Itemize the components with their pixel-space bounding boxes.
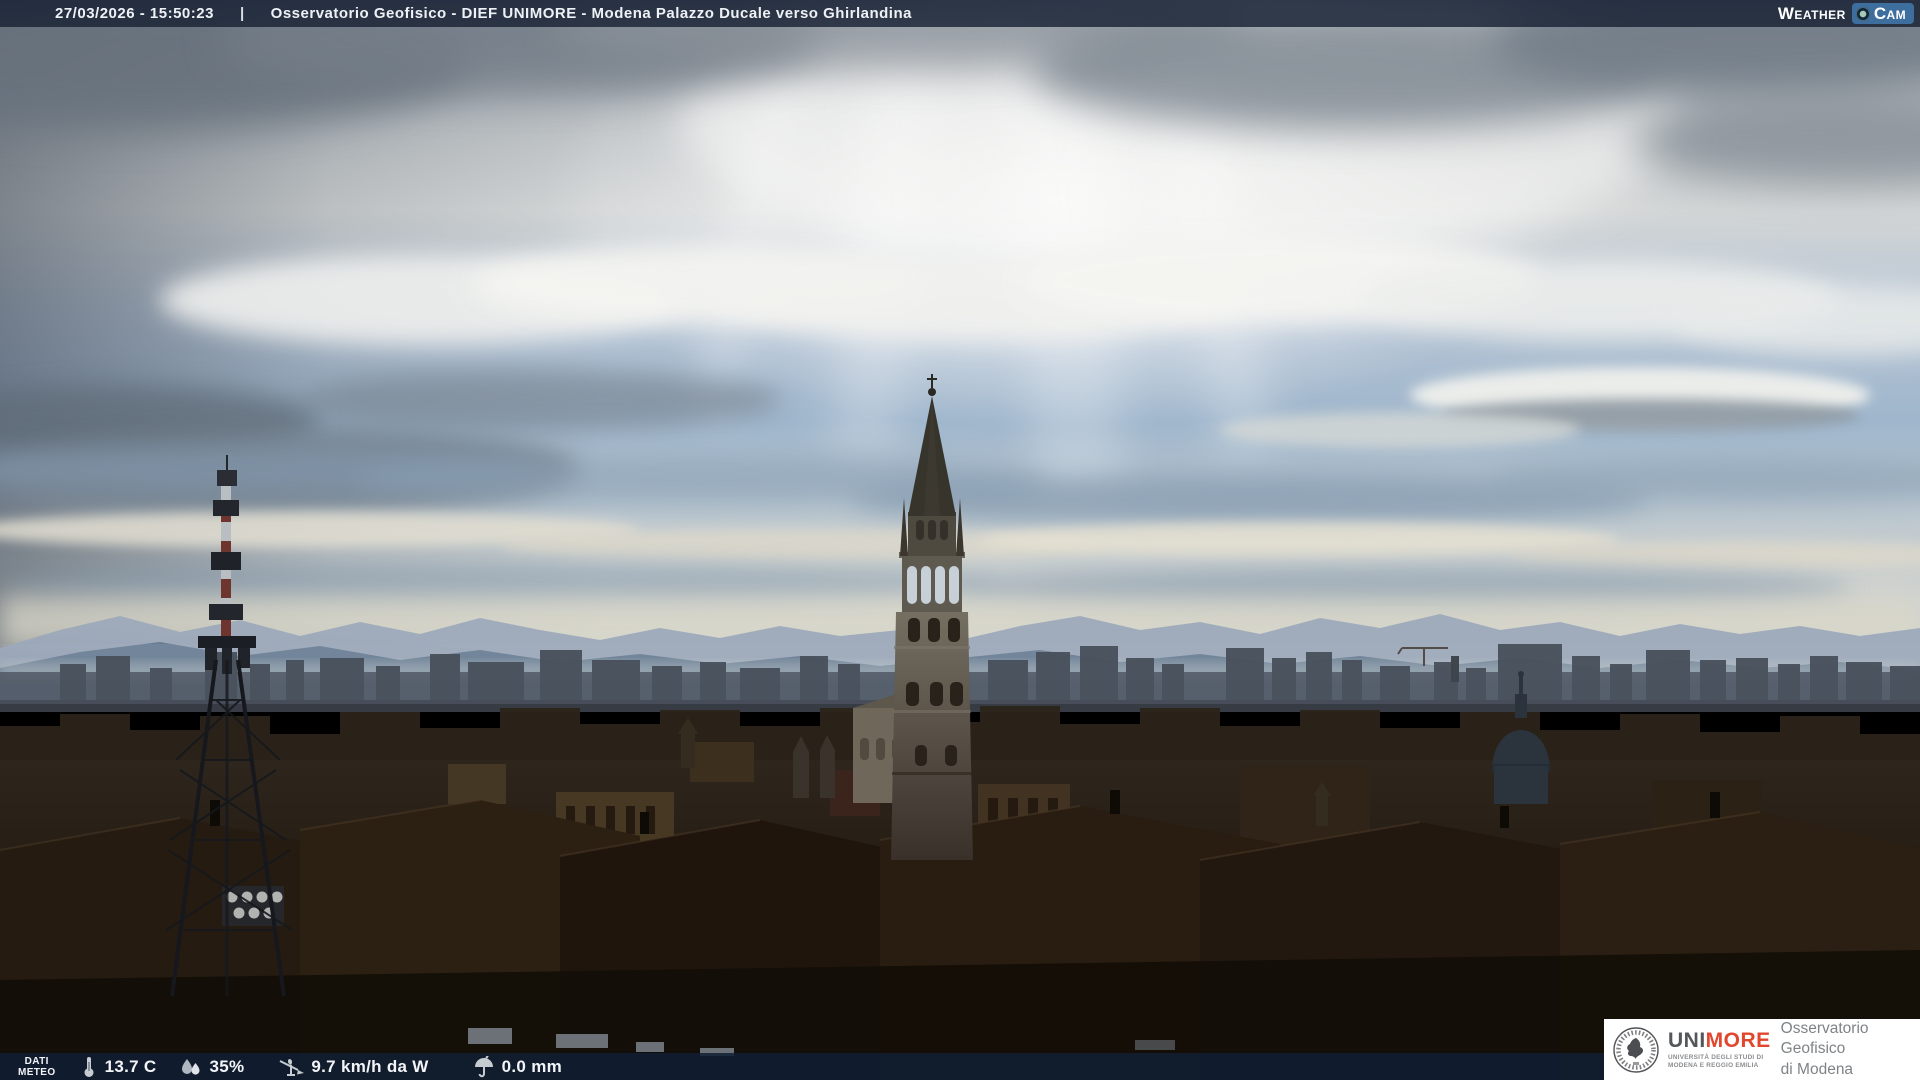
dati-meteo-line2: METEO bbox=[18, 1066, 56, 1078]
observatory-name: Osservatorio Geofisico di Modena bbox=[1781, 1019, 1920, 1079]
weathercam-logo: Weather Cam bbox=[1778, 3, 1914, 24]
precipitation-metric: 0.0 mm bbox=[473, 1055, 563, 1078]
temperature-value: 13.7 C bbox=[104, 1056, 157, 1076]
dati-meteo-line1: DATI bbox=[24, 1055, 49, 1067]
thermometer-icon bbox=[84, 1056, 94, 1077]
unimore-wordmark: UNIMORE bbox=[1668, 1030, 1771, 1051]
unimore-seal-icon bbox=[1613, 1026, 1659, 1073]
camera-title: Osservatorio Geofisico - DIEF UNIMORE - … bbox=[270, 5, 912, 22]
humidity-metric: 35% bbox=[180, 1057, 244, 1077]
top-bar: 27/03/2026 - 15:50:23 | Osservatorio Geo… bbox=[0, 0, 1920, 27]
observatory-name-line2: di Modena bbox=[1780, 1060, 1854, 1078]
temperature-metric: 13.7 C bbox=[80, 1056, 157, 1078]
webcam-view: 27/03/2026 - 15:50:23 | Osservatorio Geo… bbox=[0, 0, 1920, 1080]
university-name-line1: UNIVERSITÀ DEGLI STUDI DI bbox=[1668, 1053, 1764, 1061]
observatory-name-line1: Osservatorio Geofisico bbox=[1780, 1020, 1869, 1058]
wind-value: 9.7 km/h da W bbox=[311, 1056, 429, 1076]
webcam-photo bbox=[0, 0, 1920, 1080]
unimore-branding: UNIMORE UNIVERSITÀ DEGLI STUDI DI MODENA… bbox=[1604, 1019, 1920, 1080]
weathercam-cam-word: Cam bbox=[1873, 3, 1906, 23]
weathercam-badge: Cam bbox=[1851, 3, 1914, 24]
dati-meteo-label: DATI METEO bbox=[18, 1056, 56, 1078]
unimore-uni: UNI bbox=[1668, 1028, 1706, 1052]
humidity-value: 35% bbox=[209, 1056, 245, 1076]
separator: | bbox=[239, 5, 245, 22]
unimore-more: MORE bbox=[1705, 1028, 1771, 1052]
wind-vane-icon bbox=[279, 1058, 305, 1076]
modena-scene bbox=[0, 0, 1920, 1080]
university-name-line2: MODENA E REGGIO EMILIA bbox=[1668, 1061, 1759, 1069]
university-name: UNIVERSITÀ DEGLI STUDI DI MODENA E REGGI… bbox=[1668, 1054, 1771, 1070]
small-spire bbox=[1451, 656, 1459, 682]
precipitation-value: 0.0 mm bbox=[501, 1056, 563, 1076]
camera-lens-icon bbox=[1855, 6, 1870, 21]
humidity-icon bbox=[182, 1058, 200, 1075]
umbrella-icon bbox=[474, 1055, 493, 1077]
weathercam-word: Weather bbox=[1777, 3, 1846, 23]
wind-metric: 9.7 km/h da W bbox=[278, 1057, 428, 1077]
timestamp: 27/03/2026 - 15:50:23 bbox=[55, 5, 214, 22]
unimore-logotype: UNIMORE UNIVERSITÀ DEGLI STUDI DI MODENA… bbox=[1668, 1030, 1771, 1070]
